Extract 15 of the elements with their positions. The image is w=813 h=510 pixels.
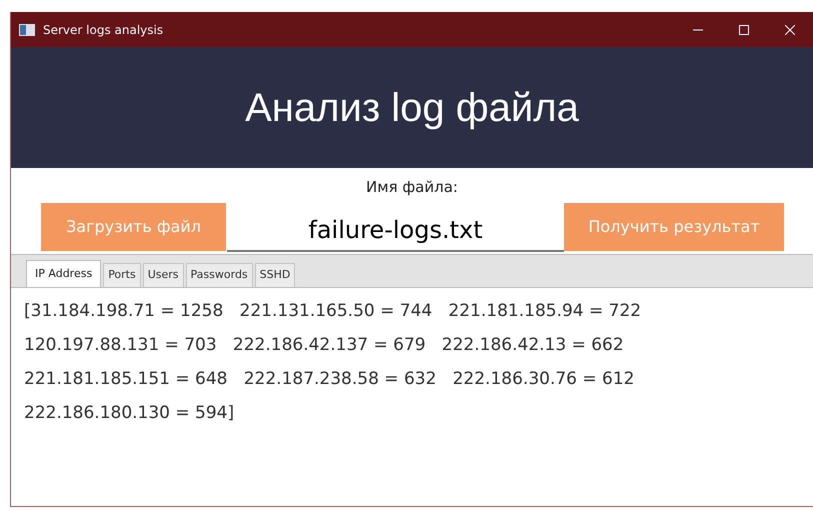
close-icon	[785, 24, 795, 34]
file-name-label: Имя файла:	[366, 177, 458, 198]
tab[interactable]: Users	[142, 263, 184, 287]
page-heading: Анализ log файла	[245, 84, 579, 132]
result-line: 221.181.185.151 = 648 222.187.238.58 = 632 222.186.30.76 = 612	[24, 368, 634, 391]
maximize-icon	[739, 24, 749, 34]
tab[interactable]: Passwords	[186, 263, 253, 287]
tab[interactable]: IP Address	[26, 260, 102, 287]
tab[interactable]: Ports	[103, 263, 141, 287]
result-line: [31.184.198.71 = 1258 221.131.165.50 = 744 221.181.185.94 = 722	[24, 300, 642, 323]
window-title: Server logs analysis	[43, 22, 164, 38]
tab[interactable]: SSHD	[254, 263, 296, 287]
result-line: 120.197.88.131 = 703 222.186.42.137 = 679 222.186.42.13 = 662	[24, 334, 624, 357]
app-icon	[19, 24, 35, 36]
result-line: 222.186.180.130 = 594]	[24, 402, 234, 425]
